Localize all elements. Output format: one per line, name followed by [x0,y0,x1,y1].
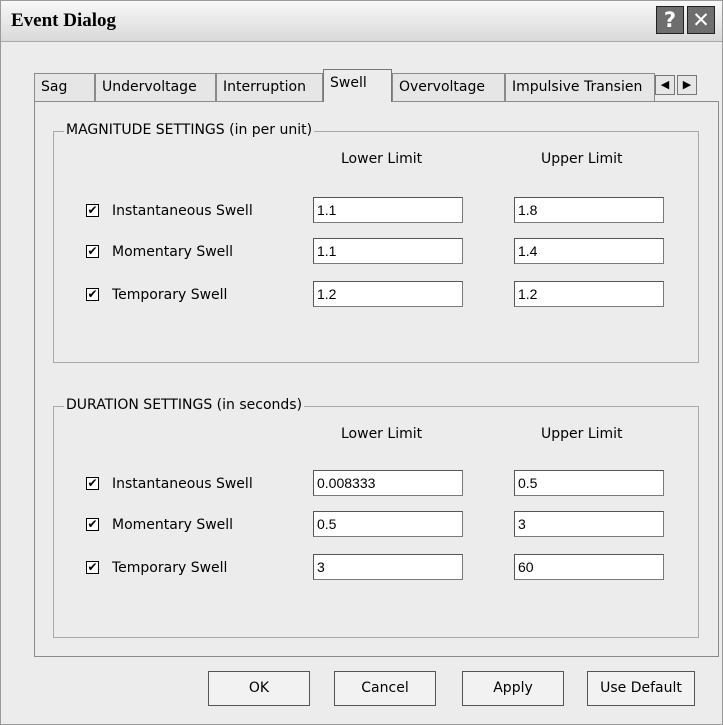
tab-impulsive-transient[interactable]: Impulsive Transien [505,73,655,101]
instantaneous-swell-magnitude-upper-input[interactable]: 1.8 [514,197,664,223]
instantaneous-swell-duration-lower-input[interactable]: 0.008333 [313,470,463,496]
instantaneous-swell-duration-checkbox[interactable]: ✔ [86,477,99,490]
duration-settings-title: DURATION SETTINGS (in seconds) [64,397,305,413]
momentary-swell-duration-lower-input[interactable]: 0.5 [313,511,463,537]
tab-sag[interactable]: Sag [34,73,95,101]
momentary-swell-duration-label: Momentary Swell [112,517,234,533]
help-icon: ? [663,8,677,32]
tab-overvoltage[interactable]: Overvoltage [392,73,505,101]
help-button[interactable]: ? [656,6,684,34]
close-button[interactable]: ✕ [687,6,715,34]
temporary-swell-magnitude-lower-input[interactable]: 1.2 [313,281,463,307]
duration-lower-limit-header: Lower Limit [341,426,423,442]
magnitude-lower-limit-header: Lower Limit [341,151,423,167]
momentary-swell-magnitude-upper-input[interactable]: 1.4 [514,238,664,264]
apply-button[interactable]: Apply [462,671,564,706]
instantaneous-swell-duration-upper-input[interactable]: 0.5 [514,470,664,496]
tab-scroll-left-button[interactable]: ◀ [655,75,675,95]
close-icon: ✕ [692,8,710,32]
arrow-left-icon: ◀ [660,78,670,91]
temporary-swell-duration-upper-input[interactable]: 60 [514,554,664,580]
instantaneous-swell-duration-label: Instantaneous Swell [112,476,253,492]
magnitude-upper-limit-header: Upper Limit [541,151,623,167]
momentary-swell-duration-upper-input[interactable]: 3 [514,511,664,537]
arrow-right-icon: ▶ [682,78,692,91]
magnitude-settings-title: MAGNITUDE SETTINGS (in per unit) [64,122,315,138]
momentary-swell-magnitude-checkbox[interactable]: ✔ [86,245,99,258]
tab-swell[interactable]: Swell [323,69,392,102]
temporary-swell-magnitude-checkbox[interactable]: ✔ [86,288,99,301]
window-title: Event Dialog [11,10,117,31]
use-default-button[interactable]: Use Default [587,671,695,706]
tab-undervoltage[interactable]: Undervoltage [95,73,216,101]
temporary-swell-duration-label: Temporary Swell [112,560,228,576]
cancel-button[interactable]: Cancel [334,671,436,706]
instantaneous-swell-magnitude-label: Instantaneous Swell [112,203,253,219]
tab-interruption[interactable]: Interruption [216,73,323,101]
momentary-swell-magnitude-lower-input[interactable]: 1.1 [313,238,463,264]
momentary-swell-magnitude-label: Momentary Swell [112,244,234,260]
ok-button[interactable]: OK [208,671,310,706]
temporary-swell-magnitude-upper-input[interactable]: 1.2 [514,281,664,307]
instantaneous-swell-magnitude-lower-input[interactable]: 1.1 [313,197,463,223]
event-dialog-window: Event Dialog ? ✕ Sag Undervoltage Interr… [0,0,723,725]
temporary-swell-duration-checkbox[interactable]: ✔ [86,561,99,574]
momentary-swell-duration-checkbox[interactable]: ✔ [86,518,99,531]
duration-upper-limit-header: Upper Limit [541,426,623,442]
instantaneous-swell-magnitude-checkbox[interactable]: ✔ [86,204,99,217]
temporary-swell-magnitude-label: Temporary Swell [112,287,228,303]
temporary-swell-duration-lower-input[interactable]: 3 [313,554,463,580]
tab-scroll-right-button[interactable]: ▶ [677,75,697,95]
title-bar[interactable]: Event Dialog ? ✕ [1,1,722,42]
